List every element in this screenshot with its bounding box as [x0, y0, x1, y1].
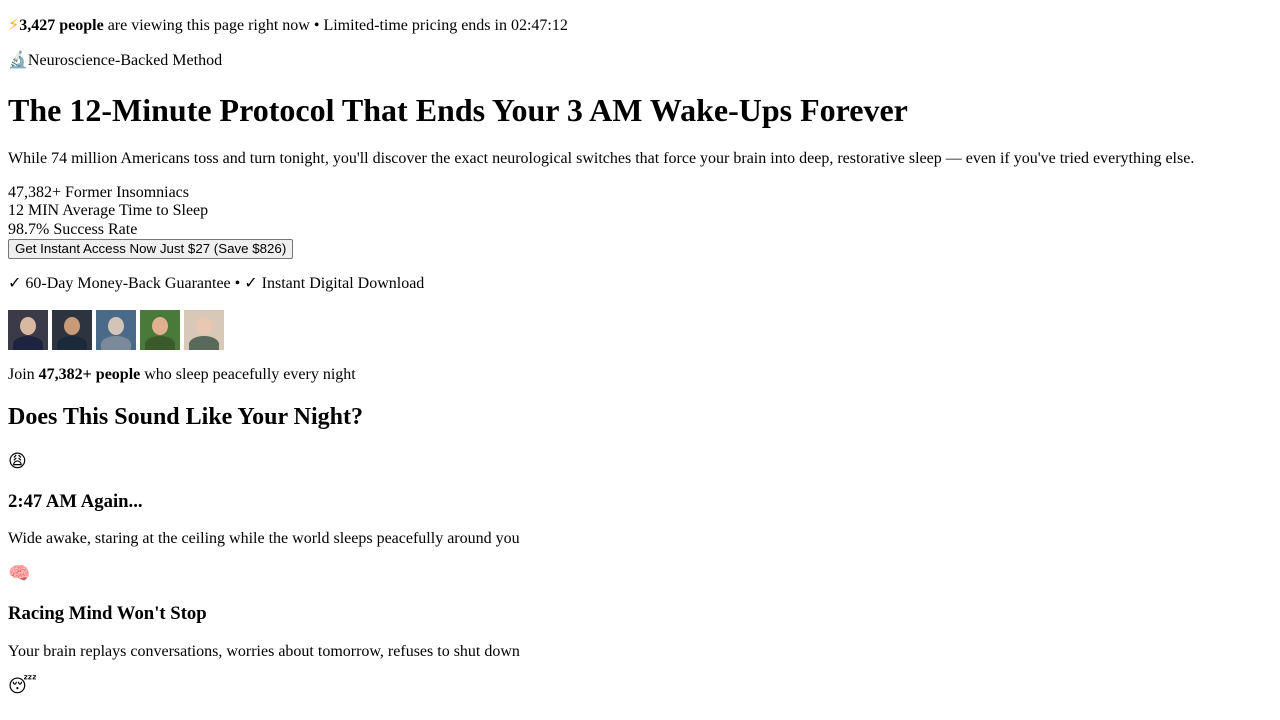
- lightning-icon: ⚡: [8, 15, 20, 34]
- problems-heading: Does This Sound Like Your Night?: [8, 404, 364, 431]
- problem-title: Racing Mind Won't Stop: [8, 603, 207, 625]
- get-access-button[interactable]: Get Instant Access Now Just $27 (Save $8…: [8, 239, 294, 260]
- problem-title: 2:47 AM Again...: [8, 490, 143, 512]
- microscope-icon: 🔬: [8, 50, 28, 70]
- problem-text: Your brain replays conversations, worrie…: [8, 642, 520, 660]
- join-text: Join 47,382+ people who sleep peacefully…: [8, 365, 356, 383]
- stat-value: 12 MIN: [8, 202, 60, 220]
- stat-value: 98.7%: [8, 220, 50, 238]
- stat-item: 12 MIN Average Time to Sleep: [8, 202, 1272, 221]
- avatar-row: [8, 309, 1272, 350]
- urgency-bar: ⚡3,427 people are viewing this page righ…: [8, 15, 1272, 35]
- stat-value: 47,382+: [8, 183, 62, 201]
- stat-item: 98.7% Success Rate: [8, 221, 1272, 240]
- method-badge: 🔬Neuroscience-Backed Method: [8, 51, 1272, 70]
- avatar: [96, 309, 136, 350]
- sleeping-face-icon: 😴: [8, 676, 37, 698]
- stat-label: Former Insomniacs: [65, 183, 190, 201]
- viewer-text: are viewing this page right now • Limite…: [103, 17, 511, 34]
- avatar: [52, 309, 92, 350]
- weary-face-icon: 😩: [8, 450, 27, 472]
- method-badge-label: Neuroscience-Backed Method: [27, 52, 223, 70]
- hero-subtitle: While 74 million Americans toss and turn…: [8, 149, 1195, 167]
- stats-block: 47,382+ Former Insomniacs 12 MIN Average…: [8, 184, 1272, 240]
- stat-label: Success Rate: [53, 220, 138, 238]
- viewer-count: 3,427 people: [19, 17, 104, 34]
- stat-label: Average Time to Sleep: [62, 202, 209, 220]
- stat-item: 47,382+ Former Insomniacs: [8, 184, 1272, 203]
- landing-page: ⚡3,427 people are viewing this page righ…: [0, 15, 1280, 698]
- hero-title: The 12-Minute Protocol That Ends Your 3 …: [8, 91, 908, 128]
- join-count: 47,382+ people: [38, 365, 141, 383]
- countdown-timer: 02:47:12: [510, 17, 568, 34]
- problem-text: Wide awake, staring at the ceiling while…: [8, 530, 520, 548]
- avatar: [184, 309, 224, 350]
- guarantee-text: ✓ 60-Day Money-Back Guarantee • ✓ Instan…: [8, 275, 425, 293]
- avatar: [140, 309, 180, 350]
- brain-icon: 🧠: [8, 563, 31, 585]
- avatar: [8, 309, 48, 350]
